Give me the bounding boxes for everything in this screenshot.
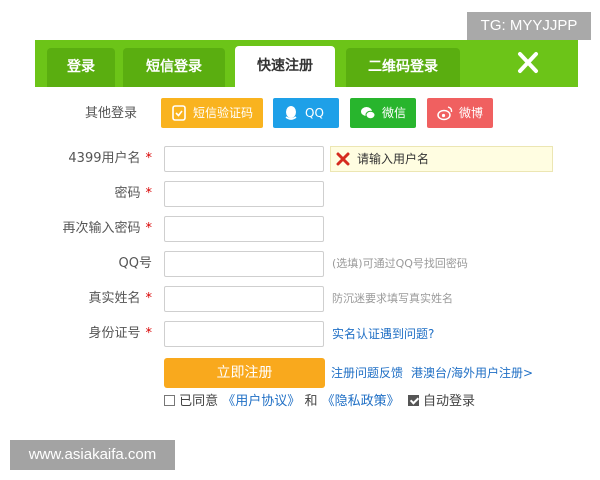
id-number-label: 身份证号 *: [88, 326, 153, 341]
qq-label: QQ号: [118, 256, 152, 271]
qq-login-button[interactable]: QQ: [273, 98, 339, 128]
close-icon: [518, 52, 538, 73]
weibo-login-button[interactable]: 微博: [427, 98, 493, 128]
password-confirm-input[interactable]: [164, 216, 324, 242]
register-feedback-link[interactable]: 注册问题反馈: [331, 364, 403, 381]
username-error: 请输入用户名: [330, 146, 553, 172]
required-mark: *: [145, 221, 153, 236]
close-button[interactable]: [510, 46, 546, 80]
user-agreement-link[interactable]: 《用户协议》: [222, 394, 300, 409]
required-mark: *: [145, 326, 153, 341]
qq-hint: (选填)可通过QQ号找回密码: [332, 257, 468, 270]
tab-sms-login[interactable]: 短信登录: [123, 48, 225, 87]
sms-icon: [172, 105, 186, 121]
error-x-icon: [336, 152, 350, 166]
id-verification-help-link[interactable]: 实名认证遇到问题?: [332, 321, 434, 347]
qq-login-label: QQ: [305, 106, 324, 120]
username-error-message: 请输入用户名: [357, 152, 430, 166]
weibo-login-label: 微博: [459, 106, 484, 120]
other-login-label: 其他登录: [85, 106, 138, 121]
auto-login-checkbox[interactable]: [407, 395, 419, 406]
password-label: 密码 *: [114, 186, 153, 201]
tab-quick-register[interactable]: 快速注册: [235, 46, 335, 87]
agree-checkbox[interactable]: [164, 395, 175, 406]
required-mark: *: [145, 291, 153, 306]
wechat-login-button[interactable]: 微信: [350, 98, 416, 128]
username-input[interactable]: [164, 146, 324, 172]
watermark-bottom: www.asiakaifa.com: [10, 440, 175, 470]
register-button[interactable]: 立即注册: [164, 358, 325, 388]
real-name-hint: 防沉迷要求填写真实姓名: [332, 292, 453, 305]
wechat-login-label: 微信: [382, 106, 407, 120]
id-number-input[interactable]: [164, 321, 324, 347]
required-mark: *: [145, 186, 153, 201]
agreement-row: 已同意 《用户协议》 和 《隐私政策》 自动登录: [164, 394, 475, 410]
wechat-icon: [361, 107, 376, 120]
username-label: 4399用户名 *: [68, 151, 153, 166]
password-input[interactable]: [164, 181, 324, 207]
tab-qrcode-login[interactable]: 二维码登录: [346, 48, 460, 87]
required-mark: *: [145, 151, 153, 166]
password-confirm-label: 再次输入密码 *: [62, 221, 153, 236]
auto-login-label: 自动登录: [423, 394, 476, 409]
tab-login[interactable]: 登录: [47, 48, 115, 87]
sms-code-button[interactable]: 短信验证码: [161, 98, 263, 128]
watermark-top: TG: MYYJJPP: [467, 12, 591, 40]
weibo-icon: [437, 106, 453, 121]
sms-code-label: 短信验证码: [193, 106, 254, 120]
real-name-input[interactable]: [164, 286, 324, 312]
real-name-label: 真实姓名 *: [88, 291, 153, 306]
qq-icon: [285, 106, 297, 120]
qq-input[interactable]: [164, 251, 324, 277]
overseas-register-link[interactable]: 港澳台/海外用户注册>: [411, 364, 533, 381]
tab-bar: 登录 短信登录 快速注册 二维码登录: [35, 40, 578, 87]
agreement-and: 和: [304, 394, 318, 409]
agree-prefix: 已同意: [179, 394, 219, 409]
privacy-policy-link[interactable]: 《隐私政策》: [322, 394, 400, 409]
